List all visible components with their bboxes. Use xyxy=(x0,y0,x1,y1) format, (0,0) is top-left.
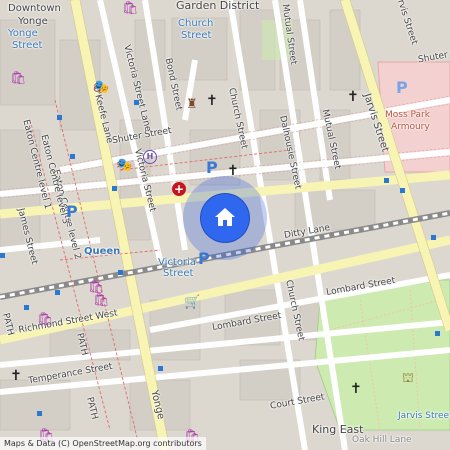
area-label-armoury: Armoury xyxy=(391,122,430,132)
transit-stop-icon[interactable] xyxy=(384,178,389,183)
shopping-icon[interactable]: 🛍 xyxy=(122,2,139,15)
transit-stop-icon[interactable] xyxy=(24,305,29,310)
map-attribution: Maps & Data (C) OpenStreetMap.org contri… xyxy=(0,437,206,450)
parking-icon[interactable]: P xyxy=(396,80,408,96)
area-label-garden-district: Garden District xyxy=(176,0,260,12)
church-icon[interactable]: ✝ xyxy=(350,382,362,396)
parking-icon[interactable]: P xyxy=(206,160,218,176)
street-label-jarvis-se: Jarvis Street xyxy=(398,411,450,421)
hospital-icon[interactable]: + xyxy=(172,182,186,196)
subway-icon[interactable]: H xyxy=(143,150,157,164)
transit-stop-icon[interactable] xyxy=(134,100,139,105)
transit-label-street-church: Street xyxy=(181,30,212,41)
transit-label-yonge-district: Yonge xyxy=(18,16,48,27)
church-icon[interactable]: ✝ xyxy=(347,90,359,104)
transit-label-church: Church xyxy=(178,18,214,29)
location-pin-core xyxy=(201,194,249,242)
shopping-icon[interactable]: 🛍 xyxy=(93,294,110,307)
transit-stop-icon[interactable] xyxy=(400,188,405,193)
area-label-moss-park: Moss Park xyxy=(385,110,430,120)
shopping-icon[interactable]: 🛍 xyxy=(10,72,27,85)
transit-label-queen: Queen xyxy=(84,246,121,257)
transit-stop-icon[interactable] xyxy=(57,115,62,120)
map-canvas[interactable]: Garden District Moss Park Armoury Downto… xyxy=(0,0,450,450)
theatre-icon[interactable]: 🎭 xyxy=(93,81,109,94)
memorial-icon[interactable]: ⛫ xyxy=(402,372,414,385)
transit-stop-icon[interactable] xyxy=(112,186,117,191)
monument-icon[interactable]: ♜ xyxy=(186,98,198,111)
theatre-icon[interactable]: 🎭 xyxy=(116,159,132,172)
shopping-icon[interactable]: 🛍 xyxy=(37,313,54,326)
transit-stop-icon[interactable] xyxy=(431,235,436,240)
transit-label-victoria: Victoria xyxy=(158,257,196,268)
street-label-oak-hill-lane: Oak Hill Lane xyxy=(352,435,412,445)
transit-label-yonge-station: Yonge xyxy=(8,28,38,39)
transit-stop-icon[interactable] xyxy=(55,290,60,295)
transit-label-street-yonge: Street xyxy=(12,40,43,51)
street-label-king-east: King East xyxy=(312,423,364,436)
transit-stop-icon[interactable] xyxy=(0,253,5,258)
transit-stop-icon[interactable] xyxy=(70,154,75,159)
transit-stop-icon[interactable] xyxy=(37,411,42,416)
transit-stop-icon[interactable] xyxy=(118,270,123,275)
home-icon xyxy=(215,208,235,226)
transit-stop-icon[interactable] xyxy=(435,331,440,336)
parking-icon[interactable]: P xyxy=(66,204,78,220)
church-icon[interactable]: ✝ xyxy=(206,94,218,108)
supermarket-icon[interactable]: 🛒 xyxy=(184,296,200,309)
transit-label-downtown: Downtown xyxy=(8,3,61,14)
church-icon[interactable]: ✝ xyxy=(10,369,22,383)
current-location-marker[interactable] xyxy=(183,176,267,260)
transit-stop-icon[interactable] xyxy=(158,366,163,371)
transit-label-street-victoria: Street xyxy=(163,268,194,279)
